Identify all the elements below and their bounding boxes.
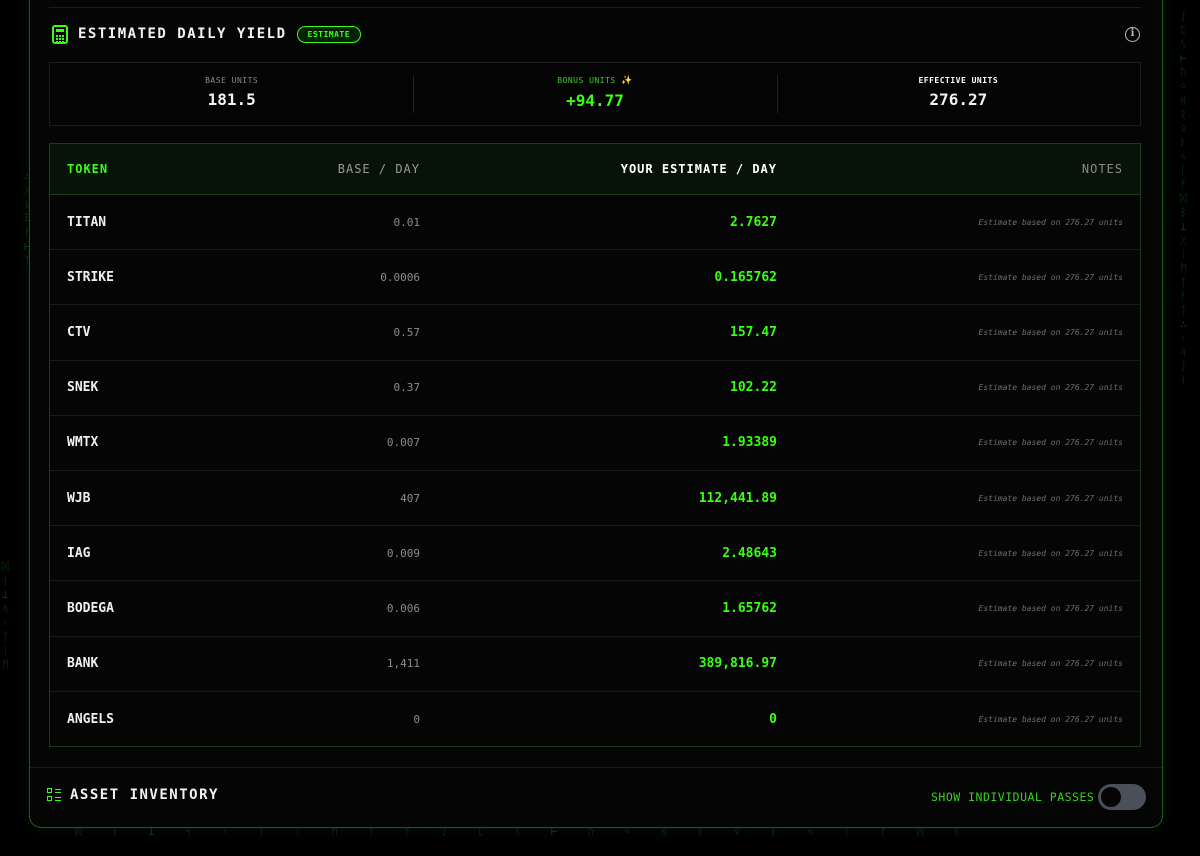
table-row: ANGELS 0 0 Estimate based on 276.27 units xyxy=(50,692,1140,747)
note-cell: Estimate based on 276.27 units xyxy=(978,714,1124,724)
base-cell: 0.007 xyxy=(386,436,420,450)
note-cell: Estimate based on 276.27 units xyxy=(978,438,1124,448)
note-cell: Estimate based on 276.27 units xyxy=(978,659,1124,669)
note-cell: Estimate based on 276.27 units xyxy=(978,217,1124,227)
header-estimate-per-day: YOUR ESTIMATE / DAY xyxy=(620,162,777,176)
yield-title: ESTIMATED DAILY YIELD xyxy=(78,26,287,42)
header-base-per-day: BASE / DAY xyxy=(337,162,420,176)
token-cell: WJB xyxy=(67,490,91,506)
base-cell: 407 xyxy=(400,491,420,505)
bonus-units-stat: BONUS UNITS ✨ +94.77 xyxy=(413,63,776,125)
token-cell: BODEGA xyxy=(67,600,114,616)
estimate-cell: 0.165762 xyxy=(714,269,777,285)
estimate-cell: 102.22 xyxy=(730,380,777,396)
estimate-cell: 389,816.97 xyxy=(698,656,777,672)
table-row: STRIKE 0.0006 0.165762 Estimate based on 27… xyxy=(50,250,1140,306)
note-cell: Estimate based on 276.27 units xyxy=(978,272,1124,282)
estimate-cell: 1.93389 xyxy=(722,435,777,451)
token-cell: ANGELS xyxy=(67,711,114,727)
token-cell: BANK xyxy=(67,656,99,672)
sparkle-icon: ✨ xyxy=(621,76,633,86)
section-divider xyxy=(30,767,1162,768)
bonus-units-value: +94.77 xyxy=(566,91,624,110)
table-row: IAG 0.009 2.48643 Estimate based on 276.27 … xyxy=(50,526,1140,582)
token-cell: IAG xyxy=(67,545,91,561)
base-cell: 0.37 xyxy=(393,381,421,395)
base-cell: 0 xyxy=(413,712,420,726)
estimate-cell: 157.47 xyxy=(730,324,777,340)
note-cell: Estimate based on 276.27 units xyxy=(978,383,1124,393)
table-row: WMTX 0.007 1.93389 Estimate based on 276.27… xyxy=(50,416,1140,471)
effective-units-stat: EFFECTIVE UNITS 276.27 xyxy=(776,63,1140,125)
units-summary: BASE UNITS 181.5 BONUS UNITS ✨ +94.77 EF… xyxy=(49,62,1141,126)
note-cell: Estimate based on 276.27 units xyxy=(978,327,1124,337)
header-token: TOKEN xyxy=(67,162,109,176)
matrix-rain-right: ᛇᛈᛊ⊢ᚢᛜᚺᚱᛟᚦᛃᛚᚠᛞᛒ⊥ᚷᛁᛗᛉᚨᛏ∴ᚲᛋᛇᚾ xyxy=(1180,10,1187,387)
table-row: TITAN 0.01 2.7627 Estimate based on 276.27 … xyxy=(50,195,1140,251)
note-cell: Estimate based on 276.27 units xyxy=(978,603,1124,613)
asset-inventory-header: ASSET INVENTORY xyxy=(47,787,219,803)
token-cell: TITAN xyxy=(67,214,107,230)
base-cell: 1,411 xyxy=(386,657,420,671)
show-individual-passes-toggle[interactable] xyxy=(1098,784,1146,810)
token-cell: SNEK xyxy=(67,380,99,396)
top-divider xyxy=(49,7,1141,8)
base-units-label: BASE UNITS xyxy=(205,76,259,85)
estimate-cell: 0 xyxy=(769,711,777,727)
list-icon xyxy=(47,788,61,802)
show-individual-passes-label[interactable]: SHOW INDIVIDUAL PASSES xyxy=(931,790,1094,804)
base-cell: 0.57 xyxy=(393,325,421,339)
note-cell: Estimate based on 276.27 units xyxy=(978,548,1124,558)
info-icon[interactable]: i xyxy=(1125,27,1140,42)
estimate-badge: ESTIMATE xyxy=(296,25,362,43)
yield-header: ESTIMATED DAILY YIELD ESTIMATE xyxy=(52,24,362,44)
table-body: TITAN 0.01 2.7627 Estimate based on 276.27 … xyxy=(50,195,1140,747)
estimate-cell: 1.65762 xyxy=(722,600,777,616)
table-header: TOKEN BASE / DAY YOUR ESTIMATE / DAY NOT… xyxy=(50,144,1140,195)
table-row: WJB 407 112,441.89 Estimate based on 276.27… xyxy=(50,471,1140,527)
asset-inventory-title: ASSET INVENTORY xyxy=(70,787,219,803)
table-row: SNEK 0.37 102.22 Estimate based on 276.27 u… xyxy=(50,361,1140,416)
estimate-cell: 112,441.89 xyxy=(698,490,777,506)
yield-table: TOKEN BASE / DAY YOUR ESTIMATE / DAY NOT… xyxy=(49,143,1141,747)
estimate-cell: 2.7627 xyxy=(730,214,777,230)
matrix-rain-left: ᛞᚾ⊥ᛋᚲᛏᛁᛗ xyxy=(2,560,9,671)
note-cell: Estimate based on 276.27 units xyxy=(978,493,1124,503)
estimate-cell: 2.48643 xyxy=(722,545,777,561)
token-cell: WMTX xyxy=(67,435,99,451)
calculator-icon xyxy=(52,24,68,44)
base-cell: 0.0006 xyxy=(380,270,420,284)
base-units-stat: BASE UNITS 181.5 xyxy=(50,63,413,125)
effective-units-label: EFFECTIVE UNITS xyxy=(918,76,999,85)
toggle-knob xyxy=(1101,787,1121,807)
base-cell: 0.006 xyxy=(386,601,420,615)
token-cell: CTV xyxy=(67,324,91,340)
base-cell: 0.01 xyxy=(393,215,421,229)
table-row: BODEGA 0.006 1.65762 Estimate based on 276.… xyxy=(50,581,1140,637)
table-row: BANK 1,411 389,816.97 Estimate based on 276… xyxy=(50,637,1140,692)
effective-units-value: 276.27 xyxy=(929,90,988,109)
table-row: CTV 0.57 157.47 Estimate based on 276.27 un… xyxy=(50,305,1140,361)
base-cell: 0.009 xyxy=(386,546,420,560)
base-units-value: 181.5 xyxy=(207,90,256,109)
token-cell: STRIKE xyxy=(67,269,114,285)
bonus-units-label: BONUS UNITS xyxy=(557,76,616,85)
header-notes: NOTES xyxy=(1081,162,1123,176)
